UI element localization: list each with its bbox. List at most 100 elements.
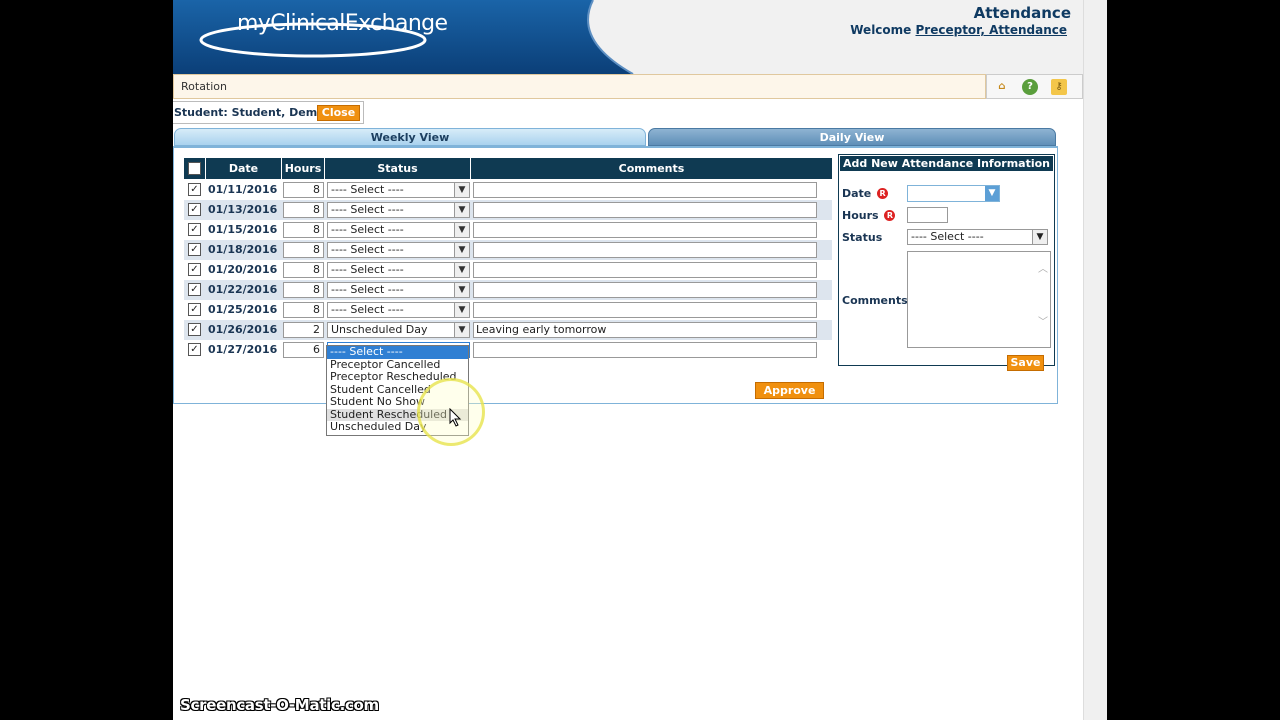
user-link[interactable]: Preceptor, Attendance [916,23,1068,37]
welcome-label: Welcome [850,23,912,37]
comments-textarea[interactable]: ︿ ﹀ [907,251,1051,348]
row-checkbox[interactable]: ✓ [188,303,201,316]
add-attendance-title: Add New Attendance Information [840,156,1053,171]
hours-input[interactable]: 8 [283,222,324,238]
table-row: ✓ 01/18/2016 8 ---- Select ---- ▼ [184,240,832,260]
chevron-down-icon[interactable]: ▼ [1032,230,1047,244]
dropdown-option[interactable]: ---- Select ---- [327,345,468,359]
required-icon: R [877,188,889,199]
hours-input[interactable]: 8 [283,262,324,278]
tab-weekly-view[interactable]: Weekly View [174,128,646,146]
comment-input[interactable] [473,222,817,238]
close-button[interactable]: Close [317,105,360,121]
chevron-down-icon[interactable]: ▼ [454,183,469,197]
row-date: 01/27/2016 [208,343,278,356]
status-field-value: ---- Select ---- [911,230,984,243]
table-row: ✓ 01/15/2016 8 ---- Select ---- ▼ [184,220,832,240]
status-select[interactable]: ---- Select ---- ▼ [327,302,470,318]
hours-input[interactable]: 8 [283,242,324,258]
column-header-date[interactable]: Date [206,158,282,179]
column-header-comments[interactable]: Comments [471,158,832,179]
table-row: ✓ 01/26/2016 2 Unscheduled Day ▼ Leaving … [184,320,832,340]
status-value: ---- Select ---- [331,203,404,216]
table-row: ✓ 01/11/2016 8 ---- Select ---- ▼ [184,180,832,200]
date-picker[interactable]: ▼ [907,185,1000,202]
breadcrumb: Rotation [173,74,986,99]
row-checkbox[interactable]: ✓ [188,323,201,336]
status-field[interactable]: ---- Select ---- ▼ [907,229,1048,245]
logo[interactable]: myClinicalExchange [237,11,448,36]
header-banner: myClinicalExchange Attendance Welcome Pr… [173,0,1083,74]
hours-label: Hours R [842,209,896,222]
status-select[interactable]: ---- Select ---- ▼ [327,242,470,258]
status-value: ---- Select ---- [331,303,404,316]
row-date: 01/11/2016 [208,183,278,196]
row-date: 01/26/2016 [208,323,278,336]
chevron-down-icon[interactable]: ▼ [454,243,469,257]
chevron-down-icon[interactable]: ▼ [454,283,469,297]
app-page: myClinicalExchange Attendance Welcome Pr… [173,0,1107,720]
hours-input[interactable]: 6 [283,342,324,358]
hours-input[interactable]: 8 [283,282,324,298]
hours-label-text: Hours [842,209,879,222]
status-label: Status [842,231,883,244]
textarea-scrollbar[interactable]: ︿ ﹀ [1036,252,1050,347]
hours-input[interactable]: 8 [283,202,324,218]
comment-input[interactable] [473,302,817,318]
status-select[interactable]: ---- Select ---- ▼ [327,182,470,198]
mouse-pointer-icon [449,408,462,427]
comment-input[interactable] [473,182,817,198]
status-value: ---- Select ---- [331,283,404,296]
chevron-down-icon[interactable]: ▼ [985,186,999,201]
row-date: 01/18/2016 [208,243,278,256]
hours-input[interactable]: 8 [283,302,324,318]
home-icon[interactable]: ⌂ [994,79,1010,95]
chevron-up-icon[interactable]: ︿ [1036,260,1050,275]
hours-input[interactable]: 2 [283,322,324,338]
row-checkbox[interactable]: ✓ [188,243,201,256]
row-checkbox[interactable]: ✓ [188,203,201,216]
table-row: ✓ 01/22/2016 8 ---- Select ---- ▼ [184,280,832,300]
page-title: Attendance [973,4,1071,22]
select-all-checkbox[interactable] [188,162,201,175]
comment-input[interactable] [473,342,817,358]
comments-label: Comments [842,294,908,307]
welcome-line: Welcome Preceptor, Attendance [850,23,1067,37]
column-header-status[interactable]: Status [325,158,471,179]
comment-input[interactable] [473,262,817,278]
chevron-down-icon[interactable]: ▼ [454,303,469,317]
tab-daily-view[interactable]: Daily View [648,128,1056,146]
approve-button[interactable]: Approve [755,382,824,399]
comment-input[interactable] [473,242,817,258]
chevron-down-icon[interactable]: ▼ [454,263,469,277]
page-scrollbar[interactable] [1083,0,1107,720]
comment-input[interactable] [473,202,817,218]
status-select[interactable]: Unscheduled Day ▼ [327,322,470,338]
row-checkbox[interactable]: ✓ [188,283,201,296]
weekly-view-panel: Date Hours Status Comments ✓ 01/11/2016 … [173,146,1058,404]
row-checkbox[interactable]: ✓ [188,263,201,276]
chevron-down-icon[interactable]: ▼ [454,323,469,337]
row-checkbox[interactable]: ✓ [188,223,201,236]
table-row: ✓ 01/20/2016 8 ---- Select ---- ▼ [184,260,832,280]
status-select[interactable]: ---- Select ---- ▼ [327,262,470,278]
row-checkbox[interactable]: ✓ [188,343,201,356]
comment-input[interactable] [473,282,817,298]
status-select[interactable]: ---- Select ---- ▼ [327,282,470,298]
status-select[interactable]: ---- Select ---- ▼ [327,202,470,218]
comment-input[interactable]: Leaving early tomorrow [473,322,817,338]
chevron-down-icon[interactable]: ▼ [454,203,469,217]
breadcrumb-rotation[interactable]: Rotation [181,80,227,93]
row-date: 01/15/2016 [208,223,278,236]
hours-field[interactable] [907,207,948,223]
chevron-down-icon[interactable]: ﹀ [1036,313,1050,328]
key-icon[interactable]: ⚷ [1051,79,1067,95]
status-select[interactable]: ---- Select ---- ▼ [327,222,470,238]
help-icon[interactable]: ? [1022,79,1038,95]
hours-input[interactable]: 8 [283,182,324,198]
chevron-down-icon[interactable]: ▼ [454,223,469,237]
row-checkbox[interactable]: ✓ [188,183,201,196]
row-date: 01/25/2016 [208,303,278,316]
save-button[interactable]: Save [1007,355,1044,371]
column-header-hours[interactable]: Hours [282,158,325,179]
